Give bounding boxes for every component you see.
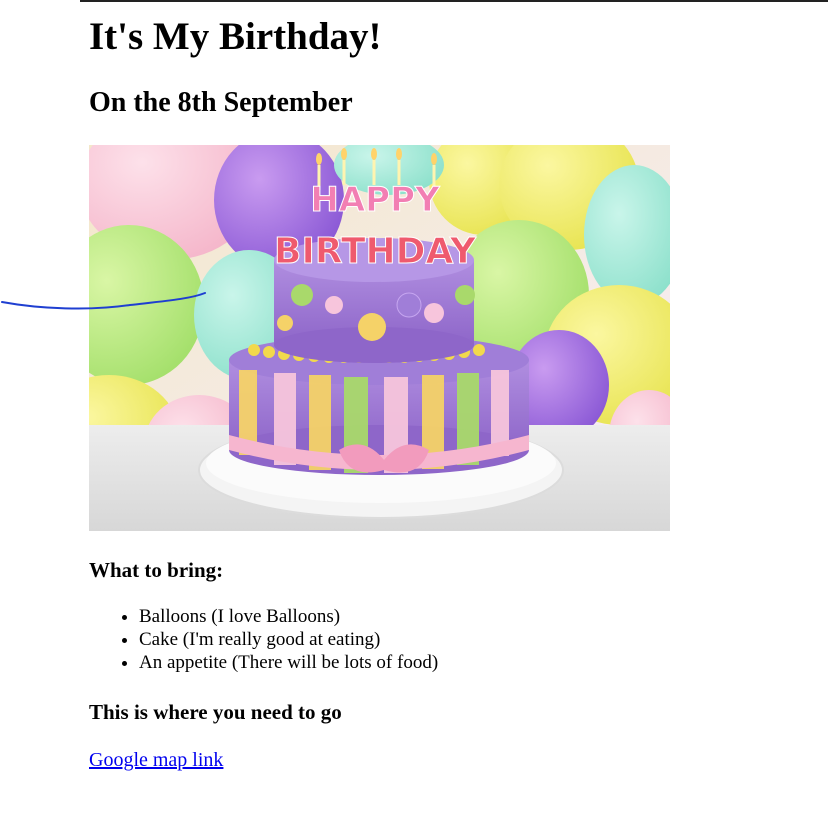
bring-heading: What to bring:	[89, 558, 224, 582]
page-subtitle: On the 8th September	[89, 87, 353, 118]
cake-text-happy: HAPPY	[310, 180, 440, 220]
list-item: Balloons (I love Balloons)	[139, 605, 438, 628]
google-map-link[interactable]: Google map link	[89, 749, 223, 772]
birthday-cake-image: HAPPY BIRTHDAY	[89, 145, 670, 531]
directions-heading: This is where you need to go	[89, 700, 342, 724]
list-item: Cake (I'm really good at eating)	[139, 628, 438, 651]
pen-annotation-stroke	[1, 292, 206, 310]
bring-list: Balloons (I love Balloons) Cake (I'm rea…	[139, 605, 438, 674]
page-title: It's My Birthday!	[89, 15, 382, 58]
top-border	[80, 0, 828, 2]
cake-text-birthday: BIRTHDAY	[274, 231, 477, 272]
list-item: An appetite (There will be lots of food)	[139, 651, 438, 674]
